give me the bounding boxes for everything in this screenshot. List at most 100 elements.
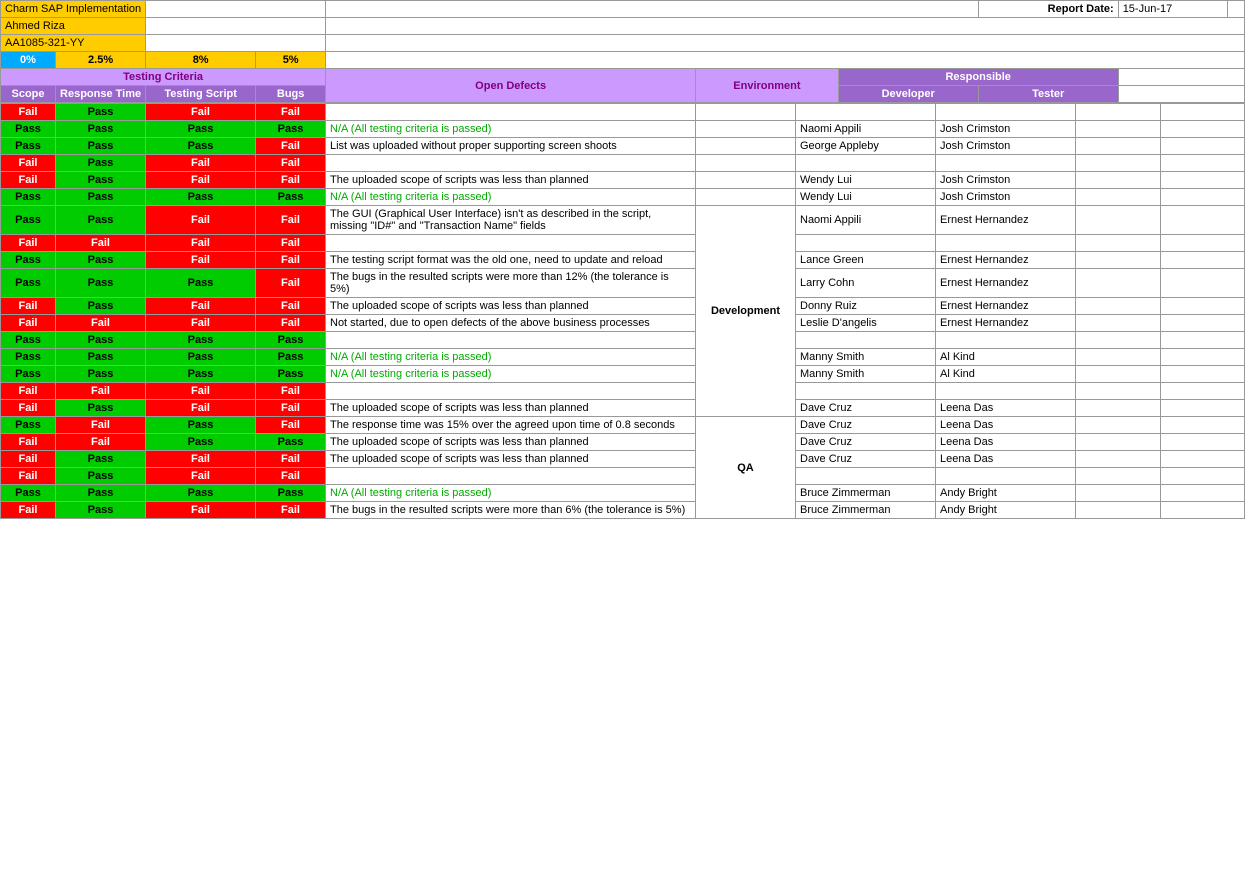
bugs-cell: Pass [256, 366, 326, 383]
defects-cell: The uploaded scope of scripts was less t… [326, 298, 696, 315]
header-row-3: AA1085-321-YY [1, 35, 1245, 52]
response-cell: Pass [56, 468, 146, 485]
report-date-value: 15-Jun-17 [1118, 1, 1227, 18]
defects-cell: The uploaded scope of scripts was less t… [326, 172, 696, 189]
empty-5 [326, 35, 1245, 52]
empty-sh [1118, 69, 1244, 86]
testing-criteria-header: Testing Criteria [1, 69, 326, 86]
scope-cell: Fail [1, 400, 56, 417]
response-cell: Pass [56, 138, 146, 155]
scope-cell: Pass [1, 332, 56, 349]
extra-col-1 [1076, 366, 1161, 383]
extra-col-2 [1160, 172, 1245, 189]
scope-cell: Fail [1, 468, 56, 485]
extra-col-2 [1160, 235, 1245, 252]
extra-col-2 [1160, 121, 1245, 138]
bugs-cell: Fail [256, 269, 326, 298]
developer-cell: Naomi Appili [796, 121, 936, 138]
extra-col-1 [1076, 206, 1161, 235]
response-cell: Pass [56, 400, 146, 417]
scope-cell: Fail [1, 104, 56, 121]
extra-col-1 [1076, 269, 1161, 298]
script-cell: Fail [146, 451, 256, 468]
table-row: FailPassFailFailThe uploaded scope of sc… [1, 172, 1245, 189]
tester-cell: Josh Crimston [936, 121, 1076, 138]
script-cell: Pass [146, 332, 256, 349]
response-cell: Pass [56, 451, 146, 468]
extra-col-2 [1160, 298, 1245, 315]
scope-cell: Fail [1, 451, 56, 468]
scope-cell: Pass [1, 138, 56, 155]
percentage-row: 0% 2.5% 8% 5% [1, 52, 1245, 69]
extra-col-2 [1160, 315, 1245, 332]
script-cell: Fail [146, 206, 256, 235]
bugs-cell: Pass [256, 189, 326, 206]
script-cell: Pass [146, 434, 256, 451]
code-cell: AA1085-321-YY [1, 35, 146, 52]
extra-col-1 [1076, 417, 1161, 434]
response-cell: Pass [56, 269, 146, 298]
tester-cell: Ernest Hernandez [936, 315, 1076, 332]
extra-col-1 [1076, 349, 1161, 366]
empty-top-1 [146, 1, 326, 18]
response-cell: Fail [56, 235, 146, 252]
environment-cell: Development [696, 206, 796, 417]
developer-cell: Leslie D'angelis [796, 315, 936, 332]
defects-cell: List was uploaded without proper support… [326, 138, 696, 155]
col-response-header: Response Time [56, 86, 146, 103]
tester-cell: Josh Crimston [936, 172, 1076, 189]
developer-cell: Manny Smith [796, 366, 936, 383]
bugs-cell: Fail [256, 383, 326, 400]
bugs-cell: Pass [256, 485, 326, 502]
table-row: FailPassFailFailThe bugs in the resulted… [1, 502, 1245, 519]
developer-cell [796, 383, 936, 400]
defects-cell: The bugs in the resulted scripts were mo… [326, 502, 696, 519]
empty-ch [1118, 86, 1244, 103]
scope-cell: Fail [1, 235, 56, 252]
tester-cell: Al Kind [936, 349, 1076, 366]
empty-pct [326, 52, 1245, 69]
extra-col-1 [1076, 172, 1161, 189]
extra-col-1 [1076, 235, 1161, 252]
tester-cell: Ernest Hernandez [936, 252, 1076, 269]
table-row: PassPassPassPassN/A (All testing criteri… [1, 349, 1245, 366]
extra-col-1 [1076, 332, 1161, 349]
bugs-cell: Fail [256, 235, 326, 252]
defects-cell: N/A (All testing criteria is passed) [326, 189, 696, 206]
response-cell: Pass [56, 298, 146, 315]
scope-cell: Fail [1, 434, 56, 451]
developer-cell: Dave Cruz [796, 451, 936, 468]
defects-cell: The GUI (Graphical User Interface) isn't… [326, 206, 696, 235]
developer-cell: Bruce Zimmerman [796, 485, 936, 502]
response-cell: Pass [56, 155, 146, 172]
response-cell: Pass [56, 349, 146, 366]
extra-col-1 [1076, 400, 1161, 417]
table-row: FailPassFailFailThe uploaded scope of sc… [1, 400, 1245, 417]
response-cell: Fail [56, 383, 146, 400]
extra-col-2 [1160, 206, 1245, 235]
tester-cell: Andy Bright [936, 502, 1076, 519]
response-cell: Fail [56, 417, 146, 434]
defects-cell: Not started, due to open defects of the … [326, 315, 696, 332]
developer-cell: Manny Smith [796, 349, 936, 366]
extra-col-2 [1160, 155, 1245, 172]
developer-cell: Wendy Lui [796, 189, 936, 206]
response-cell: Pass [56, 121, 146, 138]
extra-col-1 [1076, 468, 1161, 485]
extra-col-1 [1076, 383, 1161, 400]
defects-cell: The bugs in the resulted scripts were mo… [326, 269, 696, 298]
bugs-cell: Fail [256, 172, 326, 189]
bugs-cell: Fail [256, 298, 326, 315]
bugs-cell: Fail [256, 104, 326, 121]
extra-col-2 [1160, 451, 1245, 468]
tester-cell [936, 332, 1076, 349]
bugs-cell: Pass [256, 349, 326, 366]
table-row: FailPassFailFail [1, 155, 1245, 172]
table-row: PassPassPassFailList was uploaded withou… [1, 138, 1245, 155]
script-cell: Fail [146, 235, 256, 252]
bugs-cell: Fail [256, 468, 326, 485]
tester-cell: Ernest Hernandez [936, 269, 1076, 298]
bugs-cell: Fail [256, 400, 326, 417]
empty-top-3 [1228, 1, 1245, 18]
bugs-cell: Fail [256, 155, 326, 172]
